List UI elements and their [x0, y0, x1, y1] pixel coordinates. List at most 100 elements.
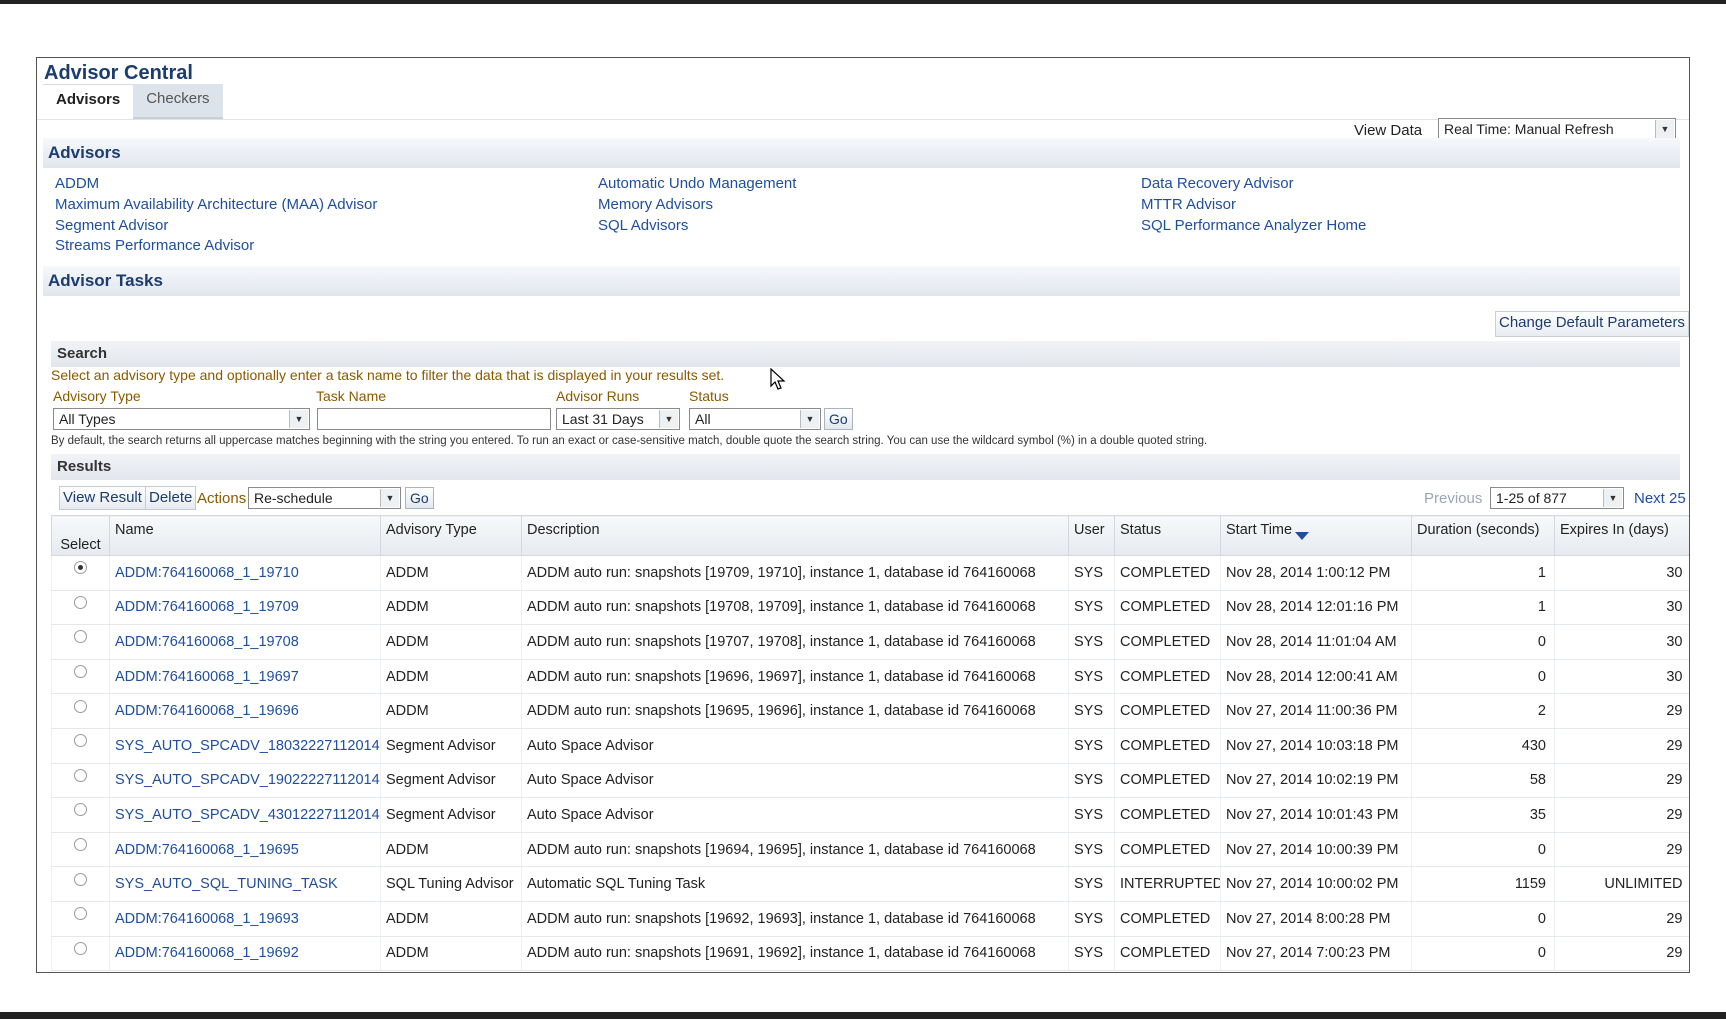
user-cell: SYS [1068, 866, 1115, 902]
advisor-link-data-recovery[interactable]: Data Recovery Advisor [1141, 175, 1294, 192]
task-name-link[interactable]: SYS_AUTO_SPCADV_43012227112014 [109, 797, 381, 833]
table-row[interactable]: SYS_AUTO_SPCADV_43012227112014 Segment Ad… [51, 797, 1689, 833]
previous-link[interactable]: Previous [1424, 490, 1482, 507]
table-row[interactable]: ADDM:764160068_1_19692 ADDM ADDM auto run:… [51, 936, 1689, 972]
task-name-link[interactable]: ADDM:764160068_1_19697 [109, 659, 381, 695]
page-range-select[interactable]: 1-25 of 877 ▼ [1490, 487, 1624, 509]
radio-button[interactable] [74, 561, 87, 575]
table-row[interactable]: ADDM:764160068_1_19710 ADDM ADDM auto run:… [51, 555, 1689, 591]
status-cell: INTERRUPTED [1114, 866, 1221, 902]
table-row[interactable]: ADDM:764160068_1_19708 ADDM ADDM auto run:… [51, 624, 1689, 660]
row-select-radio[interactable] [51, 590, 110, 626]
description-cell: ADDM auto run: snapshots [19696, 19697],… [521, 659, 1069, 695]
row-select-radio[interactable] [51, 624, 110, 660]
start-time-cell: Nov 27, 2014 11:00:36 PM [1220, 693, 1412, 729]
row-select-radio[interactable] [51, 797, 110, 833]
status-select[interactable]: All ▼ [689, 408, 821, 430]
column-header-status[interactable]: Status [1114, 515, 1221, 556]
user-cell: SYS [1068, 901, 1115, 937]
row-select-radio[interactable] [51, 693, 110, 729]
view-result-button[interactable]: View Result [59, 486, 146, 510]
row-select-radio[interactable] [51, 659, 110, 695]
search-go-button[interactable]: Go [824, 408, 853, 430]
table-row[interactable]: ADDM:764160068_1_19693 ADDM ADDM auto run:… [51, 901, 1689, 937]
task-name-link[interactable]: ADDM:764160068_1_19695 [109, 832, 381, 868]
advisory-type-select[interactable]: All Types ▼ [53, 408, 310, 430]
chevron-down-icon: ▼ [659, 410, 678, 428]
column-header-duration[interactable]: Duration (seconds) [1411, 515, 1555, 556]
bottom-edge [0, 1012, 1726, 1019]
radio-button[interactable] [74, 595, 87, 609]
row-select-radio[interactable] [51, 763, 110, 799]
next-link[interactable]: Next 25 [1634, 490, 1686, 507]
radio-button[interactable] [74, 699, 87, 713]
task-name-link[interactable]: ADDM:764160068_1_19696 [109, 693, 381, 729]
column-header-start-time[interactable]: Start Time [1220, 515, 1412, 556]
column-header-name[interactable]: Name [109, 515, 381, 556]
advisor-link-memory[interactable]: Memory Advisors [598, 196, 713, 213]
sort-descending-icon[interactable] [1295, 532, 1310, 540]
row-select-radio[interactable] [51, 728, 110, 764]
start-time-cell: Nov 28, 2014 12:01:16 PM [1220, 590, 1412, 626]
table-row[interactable]: ADDM:764160068_1_19696 ADDM ADDM auto run:… [51, 693, 1689, 729]
task-name-link[interactable]: ADDM:764160068_1_19709 [109, 590, 381, 626]
radio-button[interactable] [74, 630, 87, 644]
page-title: Advisor Central [44, 62, 193, 84]
table-row[interactable]: SYS_AUTO_SPCADV_18032227112014 Segment Ad… [51, 728, 1689, 764]
radio-button[interactable] [74, 907, 87, 921]
view-data-select[interactable]: Real Time: Manual Refresh ▼ [1438, 118, 1676, 140]
task-name-link[interactable]: ADDM:764160068_1_19708 [109, 624, 381, 660]
delete-button[interactable]: Delete [145, 486, 197, 510]
table-row[interactable]: ADDM:764160068_1_19697 ADDM ADDM auto run:… [51, 659, 1689, 695]
row-select-radio[interactable] [51, 866, 110, 902]
advisor-link-spa-home[interactable]: SQL Performance Analyzer Home [1141, 217, 1366, 234]
duration-cell: 0 [1411, 936, 1555, 972]
radio-button[interactable] [74, 734, 87, 748]
task-name-link[interactable]: ADDM:764160068_1_19710 [109, 555, 381, 591]
radio-button[interactable] [74, 803, 87, 817]
advisor-link-segment[interactable]: Segment Advisor [55, 217, 168, 234]
actions-go-button[interactable]: Go [405, 487, 434, 509]
tab-advisors[interactable]: Advisors [43, 84, 134, 120]
advisory-type-cell: ADDM [380, 936, 522, 972]
radio-button[interactable] [74, 838, 87, 852]
column-header-expires[interactable]: Expires In (days) [1554, 515, 1689, 556]
column-header-description[interactable]: Description [521, 515, 1069, 556]
status-cell: COMPLETED [1114, 936, 1221, 972]
table-row[interactable]: ADDM:764160068_1_19709 ADDM ADDM auto run:… [51, 590, 1689, 626]
column-header-user[interactable]: User [1068, 515, 1115, 556]
task-name-link[interactable]: SYS_AUTO_SQL_TUNING_TASK [109, 866, 381, 902]
advisor-link-undo[interactable]: Automatic Undo Management [598, 175, 796, 192]
radio-button[interactable] [74, 872, 87, 886]
advisor-link-streams[interactable]: Streams Performance Advisor [55, 237, 254, 254]
chevron-down-icon: ▼ [800, 410, 819, 428]
change-default-parameters-button[interactable]: Change Default Parameters [1495, 311, 1689, 337]
table-row[interactable]: ADDM:764160068_1_19695 ADDM ADDM auto run:… [51, 832, 1689, 868]
task-name-input[interactable] [317, 408, 551, 430]
task-name-link[interactable]: SYS_AUTO_SPCADV_18032227112014 [109, 728, 381, 764]
actions-select[interactable]: Re-schedule ▼ [248, 487, 401, 509]
advisor-link-sql[interactable]: SQL Advisors [598, 217, 688, 234]
advisor-runs-select[interactable]: Last 31 Days ▼ [556, 408, 680, 430]
column-header-advisory-type[interactable]: Advisory Type [380, 515, 522, 556]
status-value: All [695, 411, 711, 427]
radio-button[interactable] [74, 665, 87, 679]
row-select-radio[interactable] [51, 555, 110, 591]
row-select-radio[interactable] [51, 936, 110, 972]
task-name-link[interactable]: ADDM:764160068_1_19692 [109, 936, 381, 972]
task-name-link[interactable]: ADDM:764160068_1_19693 [109, 901, 381, 937]
advisor-link-maa[interactable]: Maximum Availability Architecture (MAA) … [55, 196, 377, 213]
radio-button[interactable] [74, 941, 87, 955]
table-row[interactable]: SYS_AUTO_SQL_TUNING_TASK SQL Tuning Advis… [51, 866, 1689, 902]
advisor-link-mttr[interactable]: MTTR Advisor [1141, 196, 1236, 213]
user-cell: SYS [1068, 728, 1115, 764]
advisor-link-addm[interactable]: ADDM [55, 175, 99, 192]
table-row[interactable]: SYS_AUTO_SPCADV_19022227112014 Segment Ad… [51, 763, 1689, 799]
task-name-link[interactable]: SYS_AUTO_SPCADV_19022227112014 [109, 763, 381, 799]
radio-button[interactable] [74, 768, 87, 782]
row-select-radio[interactable] [51, 901, 110, 937]
tab-checkers[interactable]: Checkers [133, 84, 223, 120]
row-select-radio[interactable] [51, 832, 110, 868]
advisory-type-cell: ADDM [380, 659, 522, 695]
start-time-cell: Nov 28, 2014 12:00:41 AM [1220, 659, 1412, 695]
